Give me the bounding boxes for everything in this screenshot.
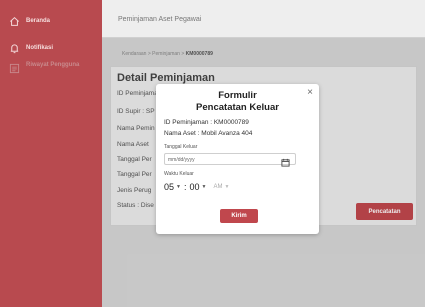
kirim-button[interactable]: Kirim: [220, 209, 258, 223]
sidebar-item-notifikasi[interactable]: Notifikasi: [2, 37, 59, 59]
sidebar-item-beranda[interactable]: Beranda: [2, 10, 56, 32]
chevron-down-icon: ▼: [201, 184, 207, 190]
calendar-icon[interactable]: [281, 154, 291, 167]
ampm-value: AM: [213, 184, 223, 190]
chevron-down-icon: ▼: [176, 184, 181, 190]
sidebar-item-riwayat[interactable]: Riwayat Pengguna: [2, 62, 85, 88]
waktu-keluar-picker: 05 ▼ : 00 ▼ AM ▼: [164, 182, 229, 192]
pencatatan-keluar-modal: × Formulir Pencatatan Keluar ID Peminjam…: [156, 84, 319, 234]
sidebar: Beranda Notifikasi Riwayat Pengguna: [0, 0, 102, 307]
waktu-keluar-label: Waktu Keluar: [164, 171, 194, 177]
time-separator: :: [183, 182, 187, 192]
sidebar-item-label: Notifikasi: [26, 45, 54, 51]
sidebar-item-label: Riwayat Pengguna: [26, 62, 80, 68]
modal-nama-aset: Nama Aset : Mobil Avanza 404: [164, 130, 253, 137]
list-icon: [8, 62, 20, 74]
ampm-select[interactable]: AM ▼: [213, 184, 229, 190]
chevron-down-icon: ▼: [224, 184, 230, 190]
tanggal-keluar-input[interactable]: mm/dd/yyyy: [164, 153, 296, 165]
minute-value: 00: [189, 182, 200, 192]
page-title: Peminjaman Aset Pegawai: [118, 16, 202, 23]
sidebar-item-label: Beranda: [26, 18, 51, 24]
home-icon: [8, 15, 20, 27]
app: Beranda Notifikasi Riwayat Pengguna Pemi…: [0, 0, 425, 307]
bell-icon: [8, 42, 20, 54]
hour-select[interactable]: 05 ▼: [164, 182, 181, 192]
top-header: Peminjaman Aset Pegawai: [102, 0, 425, 38]
hour-value: 05: [164, 182, 175, 192]
modal-title: Formulir Pencatatan Keluar: [196, 90, 279, 113]
tanggal-keluar-label: Tanggal Keluar: [164, 144, 198, 150]
modal-id-peminjaman: ID Peminjaman : KM0000789: [164, 119, 249, 126]
minute-select[interactable]: 00 ▼: [189, 182, 206, 192]
